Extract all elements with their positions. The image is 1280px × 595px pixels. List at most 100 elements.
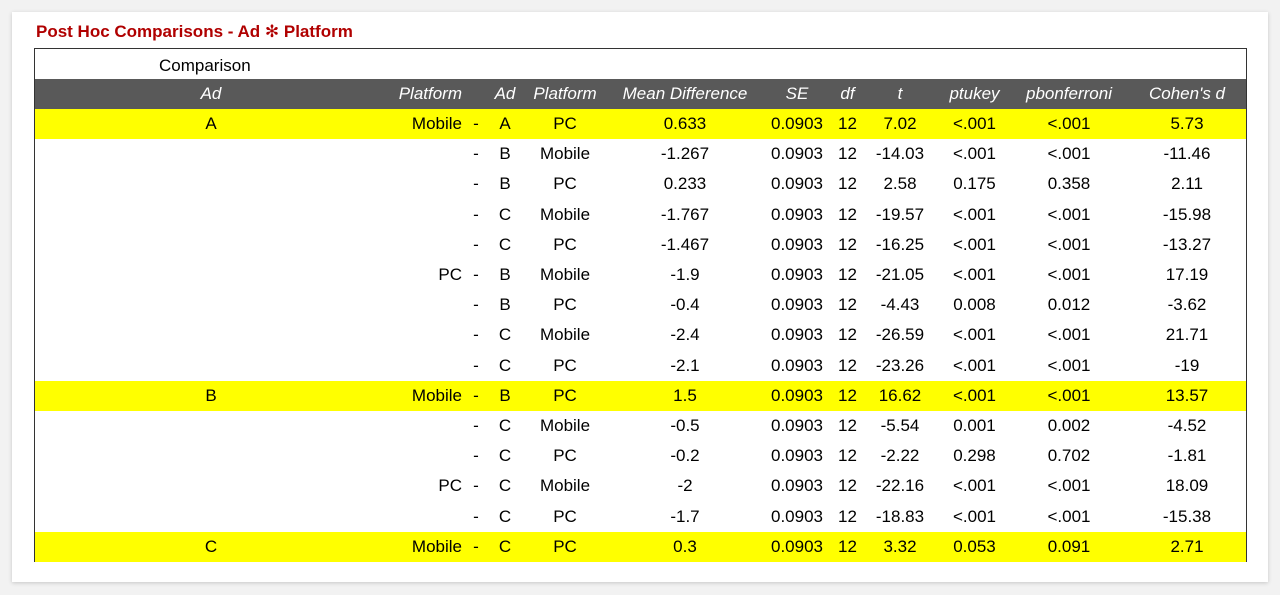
cell-ad-2: B — [499, 265, 511, 285]
cell-t: -19.57 — [875, 204, 925, 224]
cell-cohens-d: -13.27 — [1162, 234, 1212, 254]
cell-ad-1 — [35, 230, 387, 260]
table-row: - B PC 0.233 0.0903 12 2.58 0.175 0.358 2.11 — [35, 169, 1246, 199]
cell-cohens-d: 18.09 — [1165, 476, 1209, 496]
cell-cohens-d: 5.73 — [1128, 109, 1246, 140]
cell-mean-difference: 0.633 — [610, 109, 760, 140]
cell-mean-difference: -1.7 — [670, 506, 700, 526]
col-header-df: df — [840, 84, 855, 103]
cell-se: 0.0903 — [771, 234, 823, 254]
table-row: - C Mobile -2.4 0.0903 12 -26.59 <.001 <.001 21.7… — [35, 320, 1246, 350]
cell-separator: - — [473, 506, 479, 526]
cell-cohens-d: -15.98 — [1162, 204, 1212, 224]
cell-t: 16.62 — [861, 380, 939, 411]
table-row: - B PC -0.4 0.0903 12 -4.43 0.008 0.012 -3.62 — [35, 290, 1246, 320]
cell-cohens-d: -4.52 — [1167, 415, 1207, 435]
cell-ad-2: B — [490, 380, 520, 411]
cell-t: -4.43 — [880, 295, 920, 315]
cell-ptukey: <.001 — [939, 380, 1010, 411]
table-row: PC - C Mobile -2 0.0903 12 -22.16 <.001 <.001 18.0… — [35, 471, 1246, 501]
comparison-group-label: Comparison — [159, 56, 251, 75]
col-header-ad-1: Ad — [200, 84, 222, 103]
cell-cohens-d: -15.38 — [1162, 506, 1212, 526]
cell-cohens-d: -19 — [1174, 355, 1200, 375]
cell-df: 12 — [838, 446, 857, 466]
table-header-row: Ad Platform Ad Platform Mean Difference … — [35, 79, 1246, 109]
cell-ad-1 — [35, 139, 387, 169]
cell-cohens-d: 2.11 — [1171, 174, 1203, 194]
cell-se: 0.0903 — [760, 531, 834, 562]
col-header-pbonferroni: pbonferroni — [1025, 84, 1112, 103]
cell-ad-2: C — [498, 476, 512, 496]
cell-platform-2: Mobile — [539, 476, 591, 496]
cell-df: 12 — [838, 204, 857, 224]
cell-platform-2: Mobile — [539, 204, 591, 224]
cell-platform-1 — [387, 320, 462, 350]
cell-ptukey: 0.053 — [939, 531, 1010, 562]
cell-df: 12 — [838, 476, 857, 496]
cell-separator: - — [473, 265, 479, 285]
cell-df: 12 — [838, 355, 857, 375]
col-header-separator — [462, 79, 490, 109]
table-row: - B Mobile -1.267 0.0903 12 -14.03 <.001 <.001 -1… — [35, 139, 1246, 169]
cell-ptukey: 0.175 — [953, 174, 996, 194]
cell-se: 0.0903 — [760, 109, 834, 140]
cell-pbonferroni: <.001 — [1047, 355, 1091, 375]
cell-pbonferroni: 0.358 — [1047, 174, 1091, 194]
col-header-ptukey: ptukey — [949, 84, 1000, 103]
cell-ptukey: <.001 — [939, 109, 1010, 140]
cell-df: 12 — [838, 265, 857, 285]
cell-df: 12 — [834, 380, 861, 411]
cell-platform-1 — [387, 230, 462, 260]
cell-t: -2.22 — [880, 446, 920, 466]
cell-se: 0.0903 — [771, 325, 823, 345]
cell-mean-difference: -2 — [677, 476, 693, 496]
cell-pbonferroni: 0.091 — [1010, 531, 1128, 562]
cell-platform-2: PC — [553, 174, 577, 194]
cell-df: 12 — [838, 506, 857, 526]
table-row: - C PC -2.1 0.0903 12 -23.26 <.001 <.001 -19 — [35, 351, 1246, 381]
table-body: A Mobile - A PC 0.633 0.0903 12 7.02 <.001 <.001 5.… — [35, 109, 1246, 562]
cell-se: 0.0903 — [771, 144, 823, 164]
post-hoc-table-container: Comparison Ad Platform Ad Platform Mean … — [34, 48, 1247, 562]
cell-pbonferroni: <.001 — [1047, 476, 1091, 496]
cell-ad-2: C — [498, 325, 512, 345]
cell-separator: - — [473, 446, 479, 466]
cell-se: 0.0903 — [760, 380, 834, 411]
cell-separator: - — [473, 325, 479, 345]
table-row: B Mobile - B PC 1.5 0.0903 12 16.62 <.001 <.001 13.… — [35, 380, 1246, 411]
cell-mean-difference: -0.4 — [670, 295, 700, 315]
cell-ad-1 — [35, 501, 387, 531]
cell-ptukey: <.001 — [952, 476, 996, 496]
cell-platform-1: PC — [438, 265, 462, 285]
cell-pbonferroni: <.001 — [1047, 204, 1091, 224]
cell-t: 7.02 — [861, 109, 939, 140]
cell-platform-1 — [387, 169, 462, 199]
cell-platform-1: Mobile — [387, 380, 462, 411]
cell-ptukey: 0.001 — [953, 415, 996, 435]
cell-cohens-d: 13.57 — [1128, 380, 1246, 411]
cell-se: 0.0903 — [771, 295, 823, 315]
cell-ptukey: 0.298 — [953, 446, 996, 466]
cell-t: -18.83 — [875, 506, 925, 526]
cell-ad-2: B — [499, 174, 511, 194]
cell-pbonferroni: <.001 — [1047, 506, 1091, 526]
cell-mean-difference: -1.467 — [660, 234, 710, 254]
cell-mean-difference: 0.233 — [663, 174, 707, 194]
cell-separator: - — [473, 174, 479, 194]
cell-pbonferroni: <.001 — [1010, 380, 1128, 411]
cell-t: -23.26 — [875, 355, 925, 375]
table-title: Post Hoc Comparisons - Ad ✻ Platform — [36, 22, 353, 41]
col-header-platform-1: Platform — [398, 84, 462, 103]
cell-se: 0.0903 — [771, 265, 823, 285]
cell-ad-1 — [35, 411, 387, 441]
cell-df: 12 — [838, 144, 857, 164]
table-row: - C PC -1.7 0.0903 12 -18.83 <.001 <.001 -15.38 — [35, 501, 1246, 531]
col-header-t: t — [897, 84, 903, 103]
cell-cohens-d: -11.46 — [1163, 144, 1211, 164]
cell-platform-1 — [387, 441, 462, 471]
cell-ptukey: <.001 — [952, 355, 996, 375]
cell-mean-difference: -1.267 — [660, 144, 710, 164]
col-header-platform-2: Platform — [533, 84, 597, 103]
cell-t: -26.59 — [875, 325, 925, 345]
